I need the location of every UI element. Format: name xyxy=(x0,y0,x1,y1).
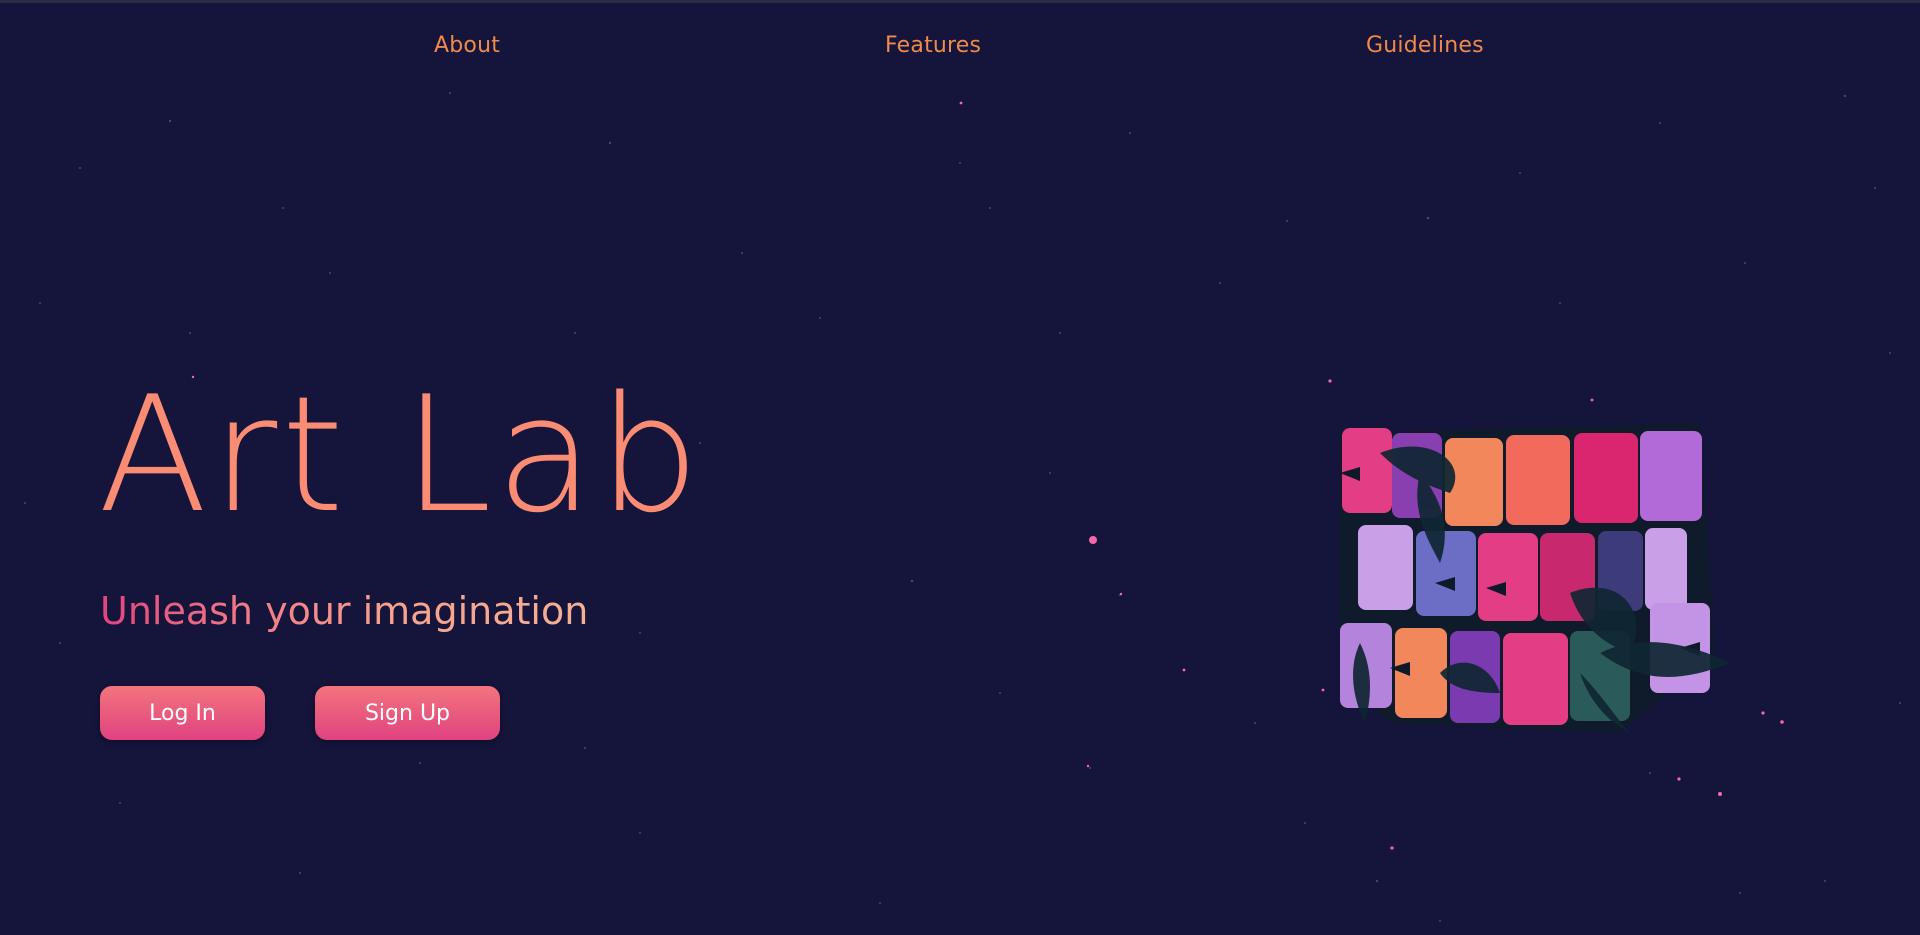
nav-link-features[interactable]: Features xyxy=(885,33,981,58)
rubiks-cube-illustration xyxy=(1340,423,1730,733)
top-navigation: About Features Guidelines xyxy=(0,33,1920,65)
nav-link-about[interactable]: About xyxy=(434,33,500,58)
hero-title: Art Lab xyxy=(98,361,704,548)
nav-link-guidelines[interactable]: Guidelines xyxy=(1366,33,1484,58)
landing-page: About Features Guidelines Art Lab Unleas… xyxy=(0,0,1920,935)
hero-subtitle: Unleash your imagination xyxy=(100,589,589,633)
signup-button[interactable]: Sign Up xyxy=(315,686,500,740)
login-button[interactable]: Log In xyxy=(100,686,265,740)
